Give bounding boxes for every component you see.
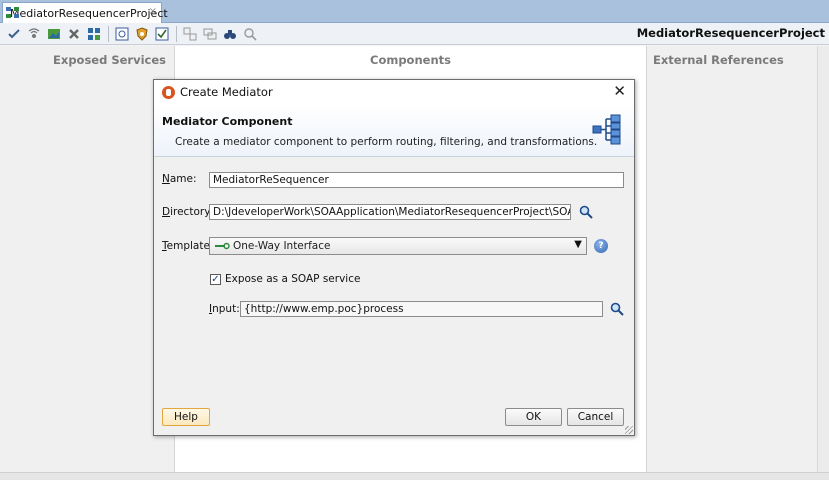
checklist-icon[interactable]: [154, 26, 170, 42]
input-row: Input:: [209, 303, 240, 315]
name-row: Name:: [162, 173, 197, 185]
help-icon[interactable]: ?: [594, 239, 608, 253]
input-field[interactable]: {http://www.emp.poc}process: [240, 301, 603, 317]
resize-grip[interactable]: [625, 426, 633, 434]
input-label: Input:: [209, 303, 240, 315]
lane-title-external-references: External References: [653, 53, 784, 67]
group-icon[interactable]: [202, 26, 218, 42]
tab-project[interactable]: MediatorResequencerProject ×: [2, 2, 168, 23]
composite-toolbar: MediatorResequencerProject: [0, 23, 829, 45]
template-label: Template:: [162, 240, 214, 252]
ok-button[interactable]: OK: [505, 408, 562, 426]
close-icon[interactable]: ×: [149, 6, 157, 17]
search-binoculars-icon[interactable]: [222, 26, 238, 42]
validate-icon[interactable]: [6, 26, 22, 42]
lane-title-components: Components: [370, 53, 451, 67]
lane-title-exposed-services: Exposed Services: [53, 53, 166, 67]
cancel-button[interactable]: Cancel: [567, 408, 624, 426]
one-way-arrow-icon: [215, 242, 230, 250]
shield-icon[interactable]: [134, 26, 150, 42]
image-icon[interactable]: [46, 26, 62, 42]
header-subtitle: Create a mediator component to perform r…: [175, 136, 598, 148]
editor-tab-strip: MediatorResequencerProject ×: [0, 0, 829, 23]
browse-input-icon[interactable]: [609, 301, 625, 317]
directory-row: Directory:: [162, 206, 213, 218]
zoom-icon[interactable]: [242, 26, 258, 42]
name-label: Name:: [162, 173, 197, 185]
close-icon[interactable]: ✕: [613, 83, 626, 99]
tab-label: MediatorResequencerProject: [10, 6, 168, 20]
jdeveloper-icon: [162, 85, 175, 99]
browse-directory-icon[interactable]: [578, 204, 594, 220]
expose-soap-checkbox[interactable]: ✓: [210, 274, 221, 285]
expose-soap-label: Expose as a SOAP service: [225, 273, 361, 285]
dialog-titlebar[interactable]: Create Mediator ✕: [154, 80, 634, 104]
chevron-down-icon: ▼: [574, 239, 582, 250]
delete-icon[interactable]: [66, 26, 82, 42]
template-row: Template:: [162, 240, 213, 252]
dialog-title: Create Mediator: [180, 85, 273, 99]
lane-exposed-services[interactable]: Exposed Services: [0, 46, 175, 480]
mediator-icon: [592, 114, 621, 145]
lane-external-references[interactable]: External References: [647, 46, 817, 480]
project-title: MediatorResequencerProject: [636, 26, 825, 40]
deploy-icon[interactable]: [86, 26, 102, 42]
template-value: One-Way Interface: [233, 240, 331, 252]
layout-icon[interactable]: [182, 26, 198, 42]
create-mediator-dialog: Create Mediator ✕ Mediator Component Cre…: [153, 79, 635, 436]
directory-label: Directory:: [162, 206, 214, 218]
toolbar-separator: [176, 25, 177, 42]
template-select[interactable]: One-Way Interface ▼: [209, 237, 587, 255]
dialog-header: Mediator Component Create a mediator com…: [154, 104, 634, 157]
horizontal-scrollbar[interactable]: [0, 472, 829, 480]
header-title: Mediator Component: [162, 115, 293, 128]
toolbar-separator: [108, 25, 109, 42]
help-button[interactable]: Help: [162, 408, 210, 426]
vertical-scrollbar[interactable]: [817, 46, 829, 480]
name-input[interactable]: MediatorReSequencer: [209, 172, 624, 188]
directory-input[interactable]: D:\JdeveloperWork\SOAApplication\Mediato…: [209, 204, 571, 220]
wire-icon[interactable]: [26, 26, 42, 42]
test-icon[interactable]: [114, 26, 130, 42]
